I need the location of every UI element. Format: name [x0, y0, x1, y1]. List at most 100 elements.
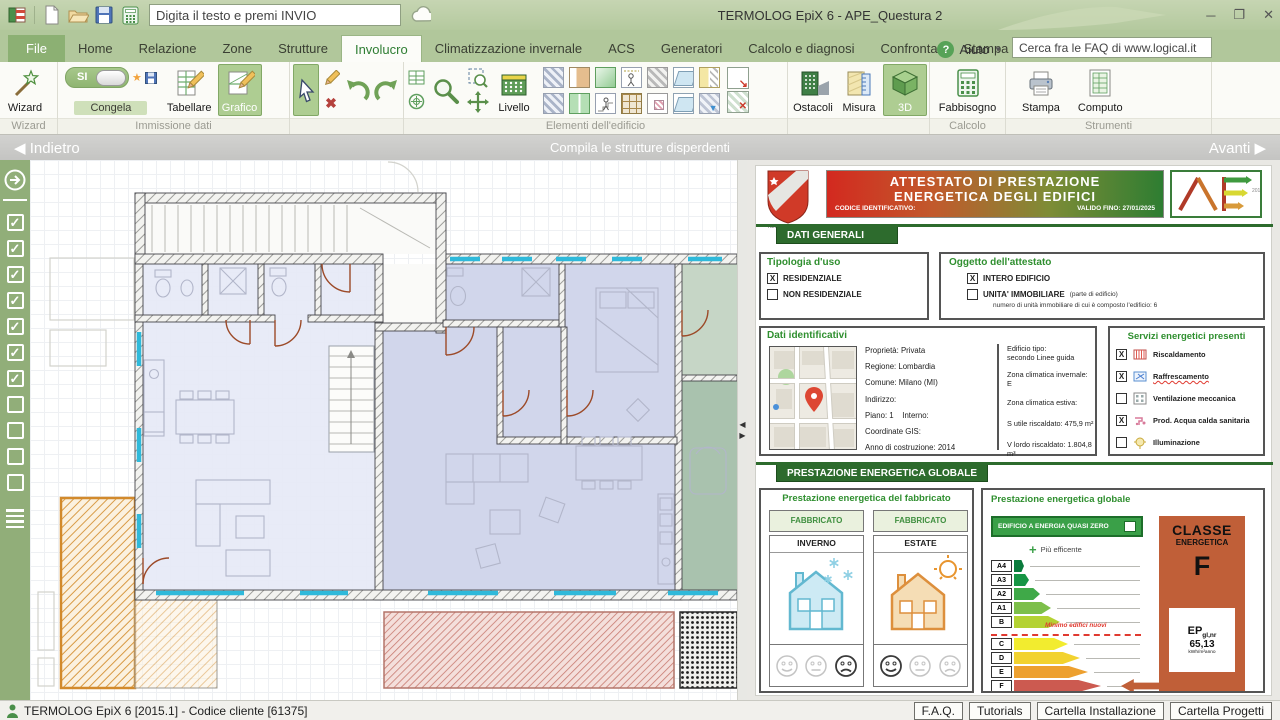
layer-checkbox-6[interactable]: [7, 344, 24, 361]
delete-icon[interactable]: ✖: [325, 97, 337, 110]
app-version-info: TERMOLOG EpiX 6 [2015.1] - Codice client…: [24, 704, 307, 718]
small-table-icon[interactable]: [408, 70, 425, 85]
layer-checkbox-1[interactable]: [7, 214, 24, 231]
glazed-grid-tool-icon[interactable]: [621, 93, 642, 114]
hot-water-icon: [1133, 414, 1147, 427]
layer-list-icon[interactable]: [6, 509, 24, 528]
person-dimension-tool-icon[interactable]: [621, 67, 642, 88]
internal-wall-tool-icon[interactable]: [647, 67, 668, 88]
tab-acs[interactable]: ACS: [595, 35, 648, 62]
new-document-icon[interactable]: [41, 4, 63, 26]
wizard-button[interactable]: Wizard: [3, 64, 47, 116]
grafico-button[interactable]: Grafico: [218, 64, 262, 116]
pan-icon[interactable]: [467, 91, 489, 113]
3d-view-button[interactable]: 3D: [883, 64, 927, 116]
tab-strutture[interactable]: Strutture: [265, 35, 341, 62]
layer-checkbox-5[interactable]: [7, 318, 24, 335]
window-tool-icon[interactable]: [595, 67, 616, 88]
select-cursor-button[interactable]: [293, 64, 319, 116]
minimize-button[interactable]: ─: [1206, 8, 1215, 23]
ape-preview-panel[interactable]: REGIONE MOLISE ATTESTATO DI PRESTAZIONE …: [747, 160, 1280, 700]
panel-splitter[interactable]: ◀ ▶: [737, 160, 747, 700]
toggle-knob: [96, 70, 126, 86]
cartella-progetti-button[interactable]: Cartella Progetti: [1170, 702, 1272, 720]
insulated-wall-tool-icon[interactable]: [699, 67, 720, 88]
door-tool-icon[interactable]: [569, 67, 590, 88]
edit-pencil-icon[interactable]: [322, 70, 340, 88]
tab-relazione[interactable]: Relazione: [126, 35, 210, 62]
layer-checkbox-10[interactable]: [7, 448, 24, 465]
tutorials-button[interactable]: Tutorials: [969, 702, 1031, 720]
forward-button[interactable]: Avanti ▶: [1209, 139, 1266, 157]
ape-logo: 2015: [1170, 170, 1262, 218]
cloud-icon[interactable]: [409, 4, 431, 26]
tab-calcolo-e-diagnosi[interactable]: Calcolo e diagnosi: [735, 35, 867, 62]
class-a4-bar: [1014, 560, 1024, 572]
valido-fino-label: VALIDO FINO: 27/01/2025: [1077, 205, 1155, 212]
ostacoli-button[interactable]: Ostacoli: [791, 64, 835, 116]
collapse-left-icon[interactable]: ◀: [739, 420, 745, 429]
tab-file[interactable]: File: [8, 35, 65, 62]
window-insert-icon[interactable]: [727, 67, 749, 89]
chevron-down-icon: ▼: [994, 45, 1002, 54]
floor-plan-canvas[interactable]: [30, 160, 737, 700]
tabellare-button[interactable]: Tabellare: [163, 64, 216, 116]
class-a1-bar: [1014, 602, 1051, 614]
roof-window-tool-icon[interactable]: [673, 93, 694, 114]
expand-arrow-icon[interactable]: [3, 168, 27, 192]
layer-checkbox-3[interactable]: [7, 266, 24, 283]
collapse-right-icon[interactable]: ▶: [739, 431, 745, 440]
neutral-face-icon: [908, 654, 932, 678]
layer-checkbox-11[interactable]: [7, 474, 24, 491]
layer-checkbox-9[interactable]: [7, 422, 24, 439]
partition-wall-tool-icon[interactable]: [543, 93, 564, 114]
tab-home[interactable]: Home: [65, 35, 126, 62]
tab-zone[interactable]: Zone: [209, 35, 265, 62]
non-residenziale-checkbox: [767, 289, 778, 300]
cartella-installazione-button[interactable]: Cartella Installazione: [1037, 702, 1164, 720]
quick-command-input[interactable]: [149, 4, 401, 26]
undo-button[interactable]: [343, 64, 371, 116]
exterior-wall-tool-icon[interactable]: [543, 67, 564, 88]
window-remove-icon[interactable]: [727, 91, 749, 113]
faq-button[interactable]: F.A.Q.: [914, 702, 963, 720]
redo-button[interactable]: [373, 64, 401, 116]
layer-checkbox-7[interactable]: [7, 370, 24, 387]
close-button[interactable]: ✕: [1263, 7, 1274, 23]
class-c-bar: [1014, 638, 1068, 650]
zoom-button[interactable]: [428, 64, 464, 116]
double-window-tool-icon[interactable]: [569, 93, 590, 114]
restore-button[interactable]: ❐: [1233, 7, 1245, 23]
help-menu[interactable]: ? Aiuto ▼: [937, 41, 1002, 58]
person-stairs-tool-icon[interactable]: [595, 93, 616, 114]
energy-class-value: F: [1159, 551, 1245, 582]
layer-checkbox-2[interactable]: [7, 240, 24, 257]
identification-fields-right: Edificio tipo: secondo Linee guida Zona …: [1007, 344, 1095, 458]
thermal-bridge-tool-icon[interactable]: [647, 93, 668, 114]
open-folder-icon[interactable]: [67, 4, 89, 26]
ep-unit: kWh/m²anno: [1188, 650, 1215, 655]
sloped-glazing-tool-icon[interactable]: [673, 67, 694, 88]
ribbon-tab-bar: File Home Relazione Zone Strutture Invol…: [0, 30, 1280, 62]
fabbricato-header-winter: FABBRICATO: [769, 510, 864, 532]
snap-center-icon[interactable]: [408, 93, 425, 110]
fabbisogno-button[interactable]: Fabbisogno: [935, 64, 1001, 116]
livello-button[interactable]: Livello: [492, 64, 536, 116]
tab-generatori[interactable]: Generatori: [648, 35, 735, 62]
zoom-window-icon[interactable]: [468, 68, 488, 88]
window-title: TERMOLOG EpiX 6 - APE_Questura 2: [620, 0, 1040, 30]
stampa-button[interactable]: Stampa: [1018, 64, 1064, 116]
nzeb-checkbox: [1124, 521, 1136, 532]
faq-search-input[interactable]: [1012, 37, 1212, 58]
computo-button[interactable]: Computo: [1074, 64, 1127, 116]
calculator-icon[interactable]: [119, 4, 141, 26]
ground-floor-tool-icon[interactable]: [699, 93, 720, 114]
tab-involucro[interactable]: Involucro: [341, 35, 422, 62]
layer-checkbox-8[interactable]: [7, 396, 24, 413]
certificate-title-line1: ATTESTATO DI PRESTAZIONE: [827, 174, 1163, 189]
misura-button[interactable]: Misura: [837, 64, 881, 116]
layer-checkbox-4[interactable]: [7, 292, 24, 309]
save-icon[interactable]: [93, 4, 115, 26]
congela-toggle[interactable]: SI: [65, 67, 129, 88]
tab-climatizzazione-invernale[interactable]: Climatizzazione invernale: [422, 35, 595, 62]
